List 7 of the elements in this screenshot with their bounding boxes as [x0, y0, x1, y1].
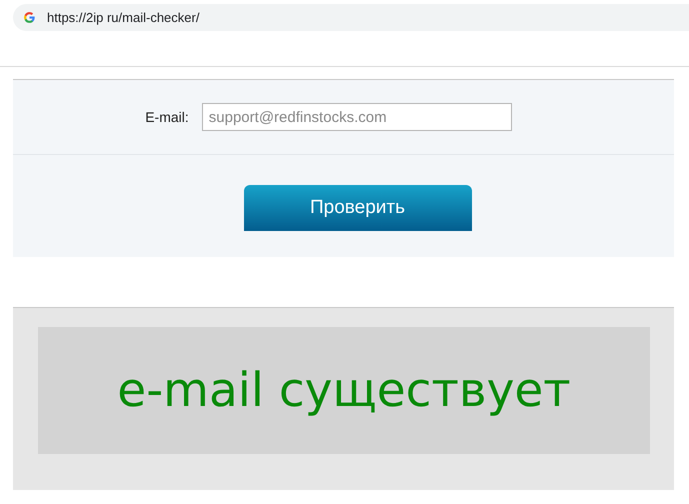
result-message: e-mail существует: [38, 327, 650, 454]
email-label: E-mail:: [145, 109, 189, 125]
url-text: https://2ip ru/mail-checker/: [47, 10, 200, 25]
email-field[interactable]: support@redfinstocks.com: [202, 103, 512, 131]
google-logo-icon: [23, 11, 36, 24]
check-button[interactable]: Проверить: [244, 185, 472, 231]
address-bar[interactable]: https://2ip ru/mail-checker/: [13, 4, 689, 31]
